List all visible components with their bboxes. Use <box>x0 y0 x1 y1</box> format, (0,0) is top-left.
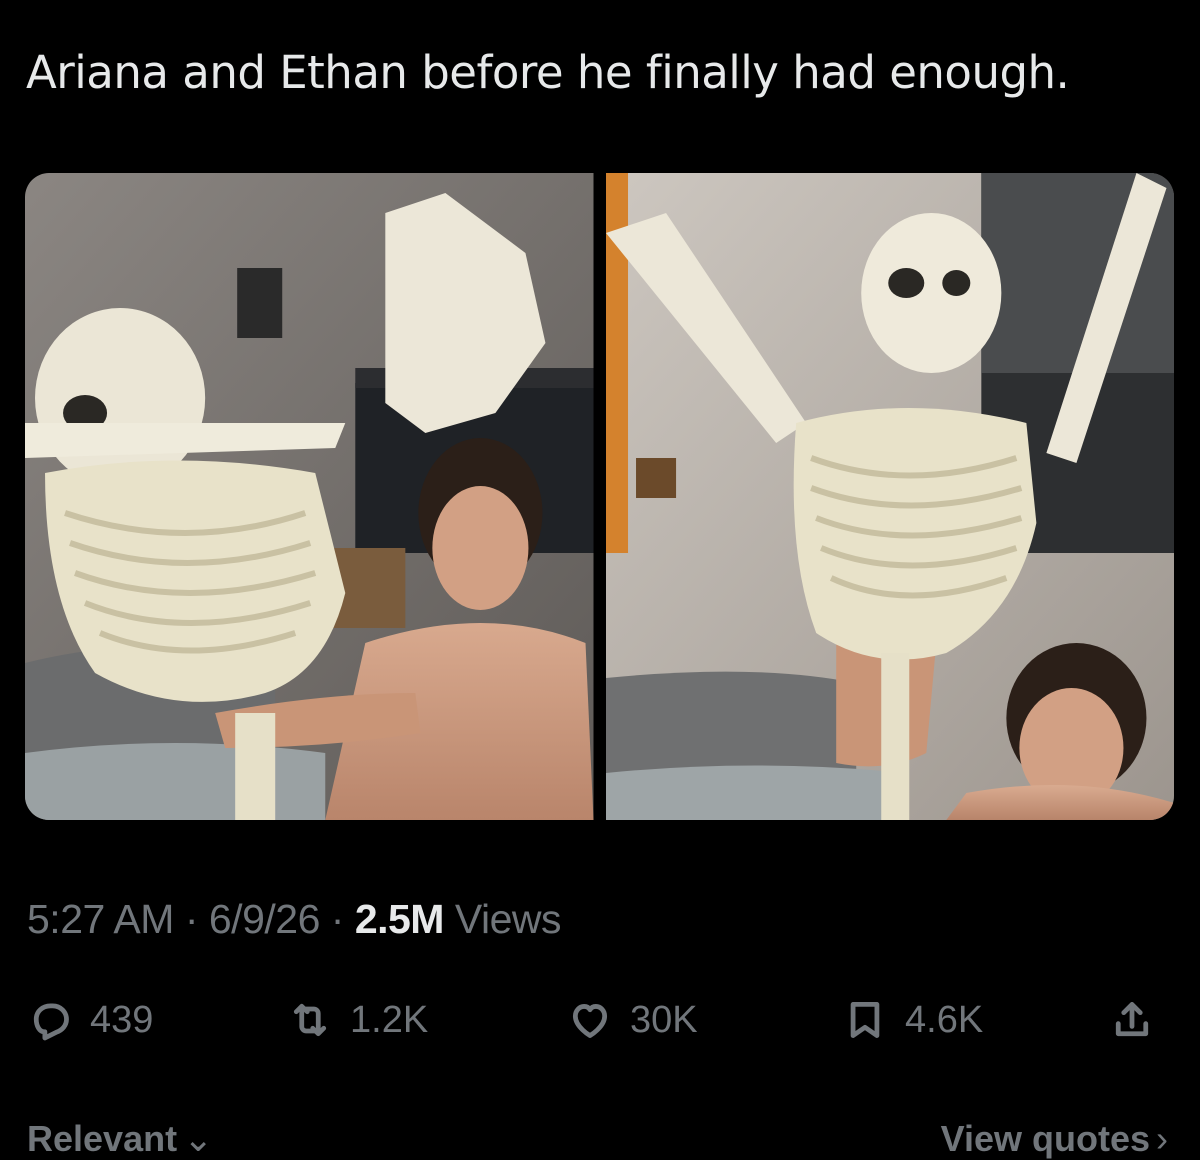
repost-icon <box>293 1003 327 1037</box>
reply-button[interactable]: 439 <box>28 990 153 1050</box>
views-count: 2.5M <box>354 896 445 942</box>
heart-icon <box>572 1004 608 1038</box>
bookmark-button[interactable]: 4.6K <box>843 990 983 1050</box>
meta-separator: · <box>173 896 209 942</box>
bookmark-icon <box>850 1002 880 1038</box>
repost-count: 1.2K <box>350 998 429 1041</box>
view-quotes-link[interactable]: View quotes › <box>941 1118 1168 1160</box>
sort-dropdown[interactable]: Relevant ⌄ <box>27 1118 213 1160</box>
like-button[interactable]: 30K <box>568 990 698 1050</box>
share-icon <box>1115 1002 1149 1037</box>
reply-count: 439 <box>90 998 154 1041</box>
chevron-down-icon: ⌄ <box>183 1118 214 1159</box>
like-count: 30K <box>630 998 698 1041</box>
sort-label: Relevant <box>27 1118 178 1159</box>
media-photo-left[interactable] <box>25 173 594 820</box>
photo-left-illustration <box>25 173 594 820</box>
reply-icon <box>33 1003 69 1041</box>
tweet-text: Ariana and Ethan before he finally had e… <box>26 46 1070 99</box>
tweet-time[interactable]: 5:27 AM <box>27 896 174 942</box>
media-photo-right[interactable] <box>605 173 1174 820</box>
meta-separator: · <box>319 896 355 942</box>
tweet-date[interactable]: 6/9/26 <box>209 896 321 942</box>
bookmark-count: 4.6K <box>905 998 984 1041</box>
photo-right-illustration <box>605 173 1174 820</box>
repost-button[interactable]: 1.2K <box>288 990 428 1050</box>
view-quotes-label: View quotes <box>940 1118 1150 1159</box>
share-button[interactable] <box>1110 990 1154 1050</box>
tweet-meta: 5:27 AM · 6/9/26 · 2.5M Views <box>27 896 562 943</box>
views-label: Views <box>443 896 562 942</box>
chevron-right-icon: › <box>1156 1118 1168 1159</box>
media-grid <box>25 173 1174 820</box>
action-bar: 439 1.2K 30K 4.6K <box>28 990 1168 1050</box>
